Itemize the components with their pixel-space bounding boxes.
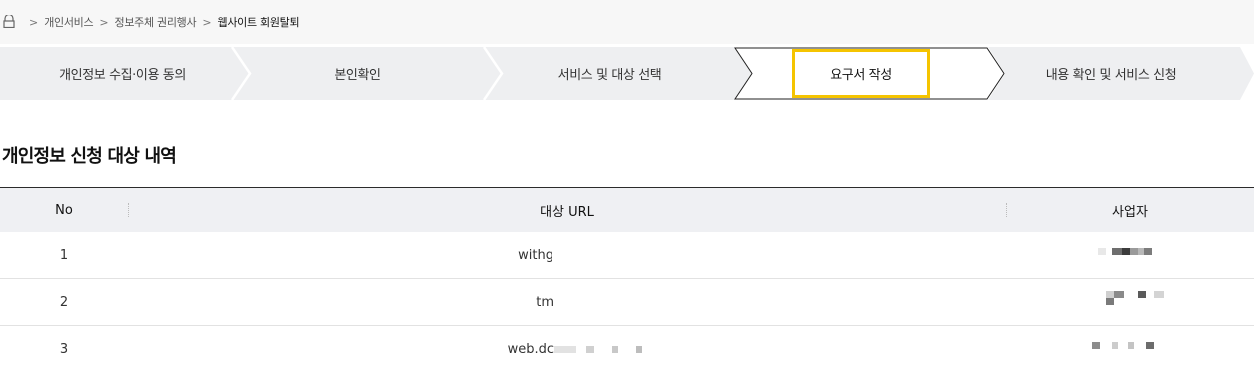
chevron-right-icon: > [202, 15, 212, 29]
header-business: 사업자 [1112, 204, 1148, 220]
table-header: No 대상 URL 사업자 [0, 187, 1254, 232]
redaction-mosaic [554, 346, 642, 353]
row-business-redacted [1006, 232, 1254, 278]
row-no: 3 [59, 341, 69, 357]
chevron-right-icon: > [29, 15, 39, 29]
row-no: 1 [59, 247, 69, 263]
redaction-mask [552, 232, 812, 278]
row-url-text: tm [536, 294, 554, 310]
progress-steps: 개인정보 수집·이용 동의 본인확인 서비스 및 대상 선택 요구서 작성 내용… [0, 47, 1254, 100]
redaction-mosaic [1092, 342, 1154, 349]
table-row: 1 withg [0, 232, 1254, 279]
header-url: 대상 URL [540, 204, 594, 220]
row-business-redacted [1006, 326, 1254, 372]
chevron-right-icon: > [99, 15, 109, 29]
row-no: 2 [59, 294, 69, 310]
home-icon[interactable] [3, 15, 17, 29]
header-no: No [55, 202, 73, 218]
breadcrumb-item-rights[interactable]: 정보주체 권리행사 [115, 14, 197, 30]
breadcrumb-item-personal-service[interactable]: 개인서비스 [44, 14, 93, 30]
redaction-mosaic [1098, 248, 1152, 255]
section-title: 개인정보 신청 대상 내역 [2, 146, 177, 167]
row-business-redacted [1006, 279, 1254, 325]
target-table: No 대상 URL 사업자 1 withg 2 tm 3 web.dc [0, 187, 1254, 372]
step-confirm-apply: 내용 확인 및 서비스 신청 [1045, 68, 1177, 83]
breadcrumb: > 개인서비스 > 정보주체 권리행사 > 웹사이트 회원탈퇴 [0, 0, 1254, 44]
row-url: web.dc [128, 326, 1006, 372]
row-url-text: web.dc [507, 341, 554, 357]
row-url-text: withg [518, 247, 554, 263]
table-row: 2 tm [0, 279, 1254, 326]
redaction-mosaic [1106, 291, 1166, 305]
step-service-select: 서비스 및 대상 선택 [557, 68, 662, 83]
step-identity: 본인확인 [334, 68, 381, 83]
redaction-mask [557, 279, 812, 325]
active-step-highlight [792, 49, 930, 98]
table-row: 3 web.dc [0, 326, 1254, 372]
breadcrumb-item-current: 웹사이트 회원탈퇴 [217, 16, 300, 29]
step-consent: 개인정보 수집·이용 동의 [59, 68, 186, 83]
